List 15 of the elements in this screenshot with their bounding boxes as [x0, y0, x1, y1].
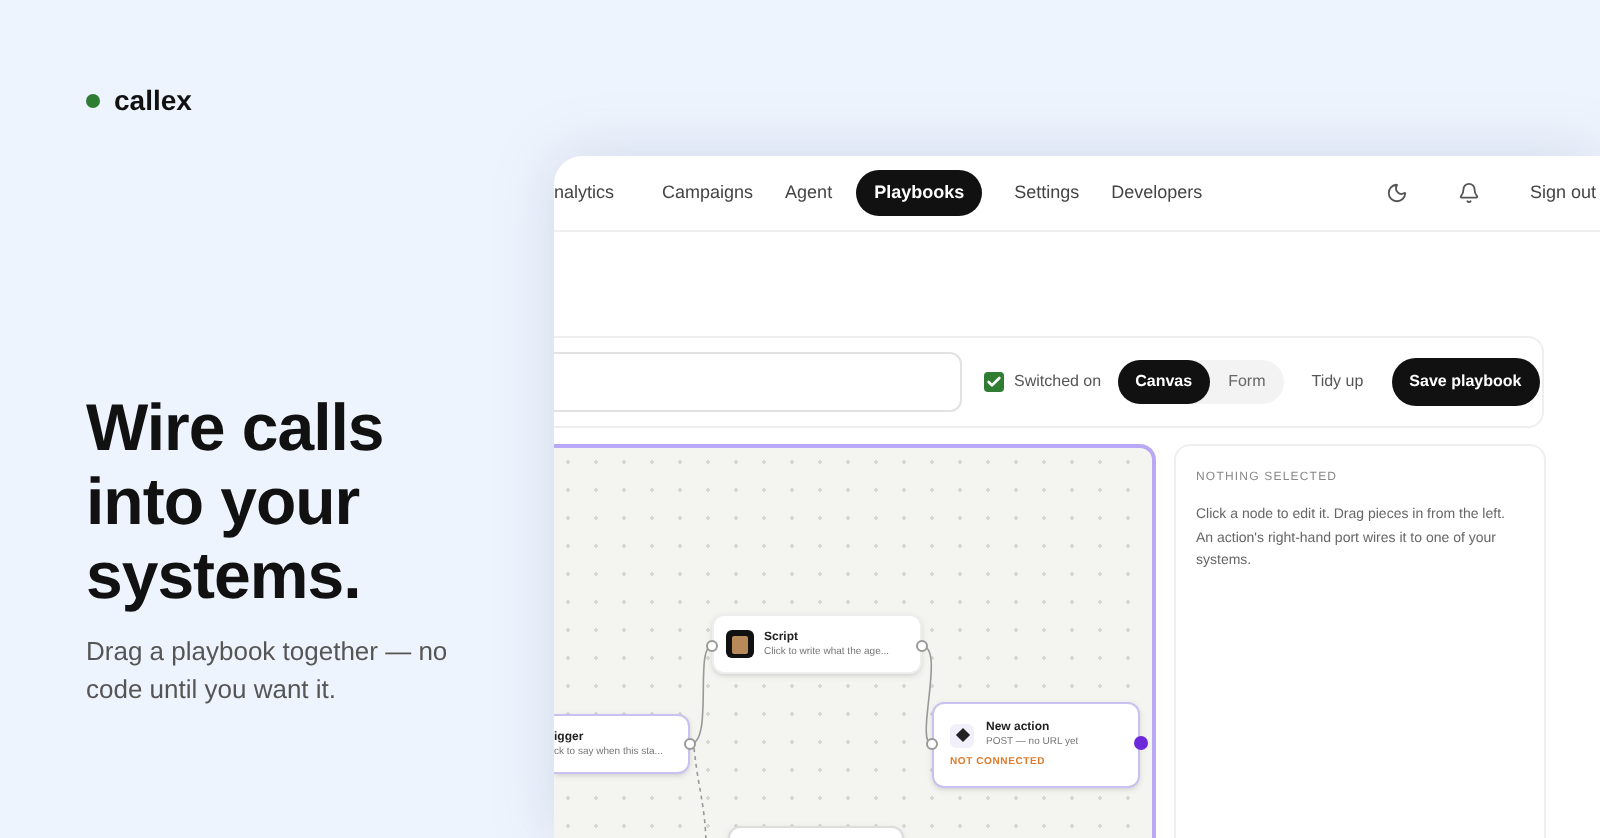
- nav-tab[interactable]: Developers: [1111, 179, 1203, 207]
- nav-tab[interactable]: Settings: [1014, 179, 1080, 207]
- view-tab[interactable]: Form: [1210, 360, 1284, 404]
- save-playbook-button[interactable]: Save playbook: [1391, 358, 1540, 406]
- checkbox-label: Switched on: [1014, 370, 1102, 394]
- nav-tab[interactable]: Playbooks: [856, 169, 983, 217]
- view-tab[interactable]: Canvas: [1117, 360, 1211, 404]
- hero-headline: Wire calls into your systems.: [86, 390, 386, 612]
- nav-tab[interactable]: Campaigns: [662, 179, 754, 207]
- tidy-up-button[interactable]: Tidy up: [1307, 370, 1368, 394]
- brand-name: callex: [114, 82, 192, 120]
- nav-tab[interactable]: nalytics: [554, 179, 615, 207]
- nav-tab[interactable]: Agent: [785, 179, 833, 207]
- sign-out-link[interactable]: Sign out: [1529, 179, 1596, 207]
- hero-subhead: Drag a playbook together — no code until you want it.: [86, 634, 450, 708]
